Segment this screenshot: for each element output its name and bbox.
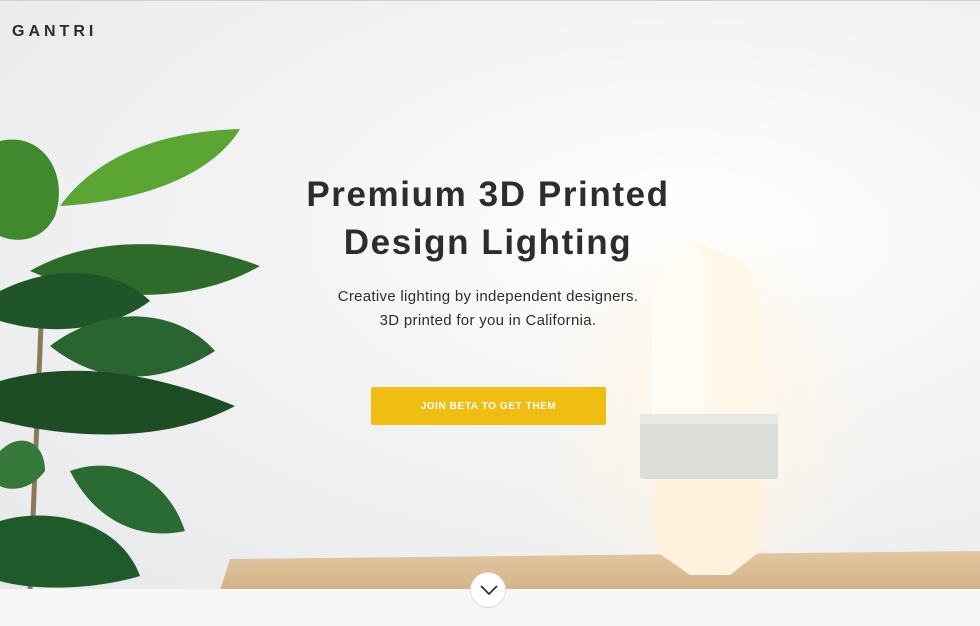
hero-headline: Premium 3D Printed Design Lighting bbox=[240, 171, 736, 267]
brand-logo[interactable]: GANTRI bbox=[12, 23, 97, 41]
hero-subtext: Creative lighting by independent designe… bbox=[240, 285, 736, 333]
plant-image bbox=[0, 129, 260, 589]
chevron-down-icon bbox=[480, 585, 498, 596]
hero-section: GANTRI Premium 3D Printed Design Lightin… bbox=[0, 0, 980, 589]
subtext-line-2: 3D printed for you in California. bbox=[379, 312, 597, 329]
join-beta-button[interactable]: JOIN BETA TO GET THEM bbox=[371, 387, 606, 425]
headline-line-2: Design Lighting bbox=[343, 223, 633, 262]
headline-line-1: Premium 3D Printed bbox=[306, 175, 670, 214]
wooden-shelf bbox=[220, 551, 980, 589]
subtext-line-1: Creative lighting by independent designe… bbox=[337, 288, 639, 305]
scroll-down-button[interactable] bbox=[470, 572, 506, 608]
